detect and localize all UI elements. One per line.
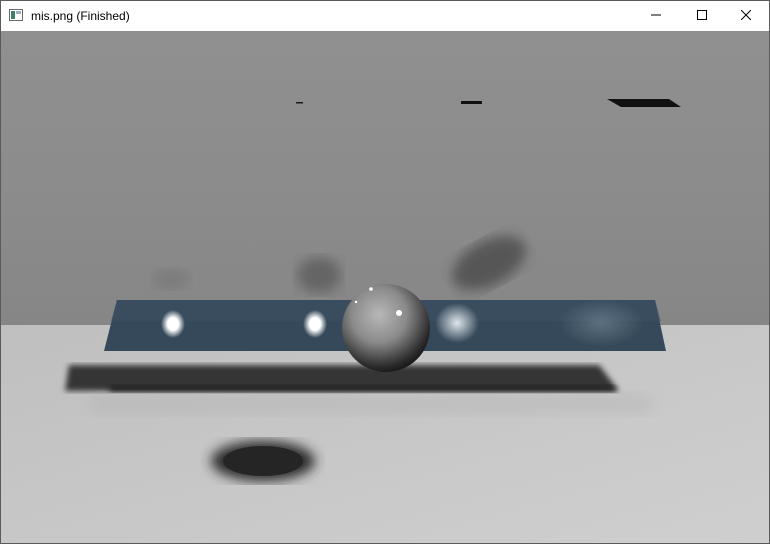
image-viewer-icon <box>9 8 23 22</box>
sphere-highlight-3 <box>354 300 358 304</box>
sphere-floor-shadow-core <box>223 446 303 476</box>
wall-shadow-left <box>297 257 341 293</box>
close-button[interactable] <box>723 1 769 31</box>
window-title: mis.png (Finished) <box>31 9 130 23</box>
maximize-button[interactable] <box>679 1 725 31</box>
image-viewer-window: mis.png (Finished) <box>0 0 770 544</box>
minimize-button[interactable] <box>633 1 679 31</box>
rendered-image <box>1 31 769 543</box>
title-bar[interactable]: mis.png (Finished) <box>1 1 769 31</box>
sphere-highlight-1 <box>369 287 373 291</box>
minimize-icon <box>651 7 661 25</box>
panel-floor-shadow-core <box>109 385 617 392</box>
light-reflection-2 <box>303 310 327 338</box>
back-wall <box>1 31 769 327</box>
wall-shadow-faint <box>153 269 189 289</box>
close-icon <box>740 7 752 25</box>
light-reflection-3 <box>435 303 479 343</box>
panel-floor-penumbra <box>91 393 651 415</box>
ceiling-light-tiny <box>296 102 303 104</box>
light-reflection-4 <box>559 299 643 347</box>
ceiling-light-small <box>461 101 482 104</box>
light-reflection-1 <box>161 310 185 338</box>
sphere-highlight-2 <box>396 310 402 316</box>
maximize-icon <box>697 7 707 25</box>
glossy-sphere <box>342 284 430 372</box>
